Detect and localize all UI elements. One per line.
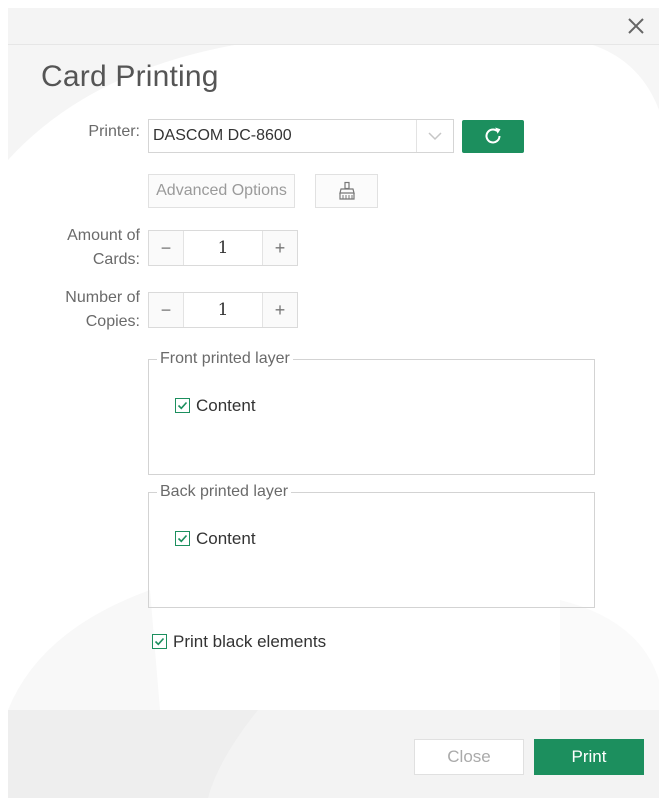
card-printing-dialog: Card Printing Printer: DASCOM DC-8600 Ad… [0,0,667,798]
advanced-options-label: Advanced Options [156,182,287,199]
front-content-checkbox[interactable] [175,398,190,414]
dialog-title-bar [8,8,659,45]
amount-of-cards-label-line1: Amount of [67,227,140,244]
cleaning-brush-icon [337,181,357,206]
number-of-copies-value[interactable]: 1 [184,293,262,327]
printer-selected-value: DASCOM DC-8600 [153,127,292,144]
number-of-copies-decrement-button[interactable]: − [149,293,184,327]
checkmark-icon [177,534,188,543]
print-black-elements-checkbox[interactable] [152,634,167,650]
back-printed-layer-legend: Back printed layer [160,483,289,500]
checkmark-icon [177,401,188,410]
amount-of-cards-label: Amount of Cards: [30,224,140,272]
print-button[interactable]: Print [534,739,644,775]
clean-printer-button[interactable] [315,174,378,208]
back-content-checkbox-row[interactable]: Content [175,529,256,549]
back-content-label: Content [196,529,256,548]
refresh-printers-button[interactable] [462,120,524,153]
refresh-icon [482,125,504,152]
number-of-copies-stepper[interactable]: − 1 + [148,292,298,328]
amount-of-cards-stepper[interactable]: − 1 + [148,230,298,266]
amount-of-cards-decrement-button[interactable]: − [149,231,184,265]
checkmark-icon [154,637,165,646]
close-icon[interactable] [625,15,647,37]
front-printed-layer-legend: Front printed layer [160,350,290,367]
front-content-label: Content [196,396,256,415]
print-black-elements-row[interactable]: Print black elements [152,632,326,652]
printer-label: Printer: [88,123,140,140]
printer-select[interactable]: DASCOM DC-8600 [148,119,454,153]
number-of-copies-increment-button[interactable]: + [262,293,297,327]
number-of-copies-label-line1: Number of [65,289,140,306]
print-black-elements-label: Print black elements [173,632,327,651]
dialog-title: Card Printing [41,60,219,93]
chevron-down-icon[interactable] [416,120,453,152]
back-content-checkbox[interactable] [175,531,190,547]
advanced-options-button[interactable]: Advanced Options [148,174,295,208]
front-content-checkbox-row[interactable]: Content [175,396,256,416]
amount-of-cards-value[interactable]: 1 [184,231,262,265]
amount-of-cards-label-line2: Cards: [92,251,140,268]
number-of-copies-label: Number of Copies: [30,286,140,334]
number-of-copies-label-line2: Copies: [85,313,140,330]
close-button[interactable]: Close [414,739,524,775]
amount-of-cards-increment-button[interactable]: + [262,231,297,265]
